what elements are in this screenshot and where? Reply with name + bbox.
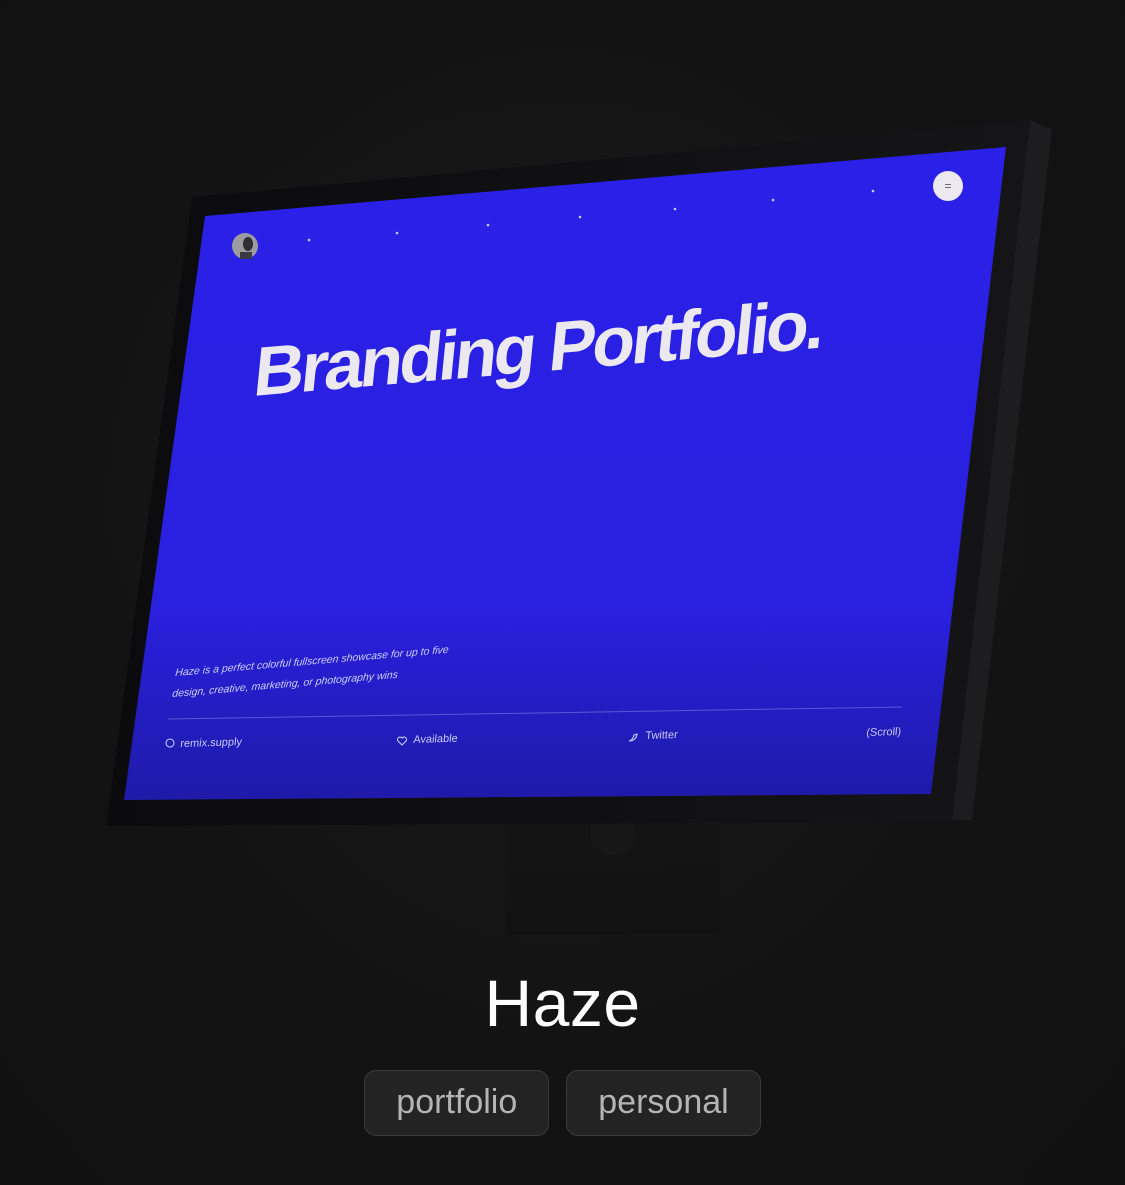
tag-personal[interactable]: personal [566, 1070, 761, 1136]
card-title: Haze [484, 966, 641, 1040]
tag-list: portfolio personal [0, 1070, 1125, 1136]
monitor-mockup: = Branding Portfolio. Haze is a perfect … [106, 120, 1052, 826]
scroll-hint[interactable]: (Scroll) [866, 726, 902, 739]
avatar[interactable] [232, 233, 258, 259]
menu-icon[interactable]: = [933, 171, 963, 201]
page: = Branding Portfolio. Haze is a perfect … [0, 0, 1125, 1185]
tag-portfolio[interactable]: portfolio [364, 1070, 550, 1136]
footer-twitter-link[interactable]: Twitter [645, 729, 679, 742]
footer-status: Available [413, 733, 459, 746]
footer-site-link[interactable]: remix.supply [180, 736, 243, 750]
svg-text:=: = [944, 179, 951, 193]
